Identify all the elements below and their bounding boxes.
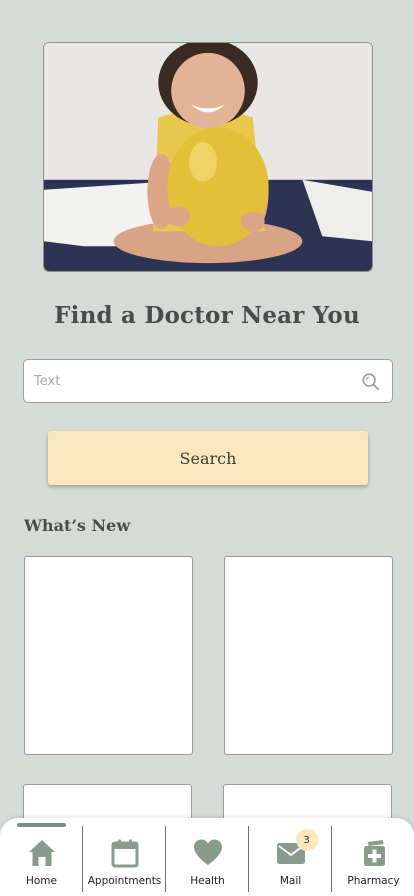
calendar-icon xyxy=(111,839,138,868)
home-screen: Find a Doctor Near You Search What’s New… xyxy=(0,0,414,896)
page-title: Find a Doctor Near You xyxy=(54,302,360,329)
news-card[interactable] xyxy=(24,556,193,755)
nav-label-home: Home xyxy=(25,875,57,887)
search-field[interactable] xyxy=(23,359,393,403)
search-button[interactable]: Search xyxy=(48,431,368,485)
hero-image xyxy=(43,42,373,272)
pharmacy-icon xyxy=(363,840,385,866)
nav-item-pharmacy[interactable]: Pharmacy xyxy=(332,826,414,896)
search-input[interactable] xyxy=(34,360,354,402)
nav-label-pharmacy: Pharmacy xyxy=(347,875,400,887)
nav-label-appointments: Appointments xyxy=(87,875,162,887)
news-card[interactable] xyxy=(224,556,393,755)
nav-item-appointments[interactable]: Appointments xyxy=(83,826,166,896)
nav-label-mail: Mail xyxy=(279,875,302,887)
heart-icon xyxy=(193,839,222,865)
whats-new-heading: What’s New xyxy=(24,516,131,535)
nav-label-health: Health xyxy=(190,875,225,887)
mail-icon-wrap: 3 xyxy=(276,829,318,868)
mail-badge: 3 xyxy=(295,829,318,851)
hero-photo xyxy=(44,43,372,271)
nav-item-home[interactable]: Home xyxy=(0,826,83,896)
search-icon[interactable] xyxy=(361,372,380,391)
nav-item-mail[interactable]: 3 Mail xyxy=(249,826,332,896)
nav-item-health[interactable]: Health xyxy=(166,826,249,896)
home-icon xyxy=(28,840,55,866)
bottom-navigation: Home Appointments Health 3 Mail Pharmacy xyxy=(0,818,414,896)
